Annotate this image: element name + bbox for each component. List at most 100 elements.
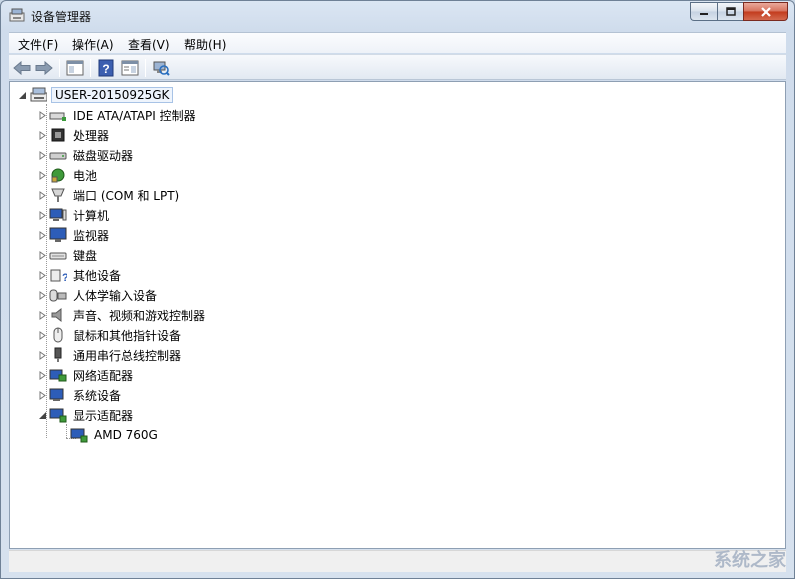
display-adapter-icon xyxy=(49,407,67,423)
device-manager-window: 设备管理器 文件(F) 操作(A) 查看(V) 帮助(H) ? USER-201… xyxy=(0,0,795,579)
tree-item-usb[interactable]: 通用串行总线控制器 xyxy=(38,345,183,365)
forward-arrow-icon xyxy=(35,61,53,75)
port-icon xyxy=(49,187,67,203)
tree-item-computer[interactable]: 计算机 xyxy=(38,205,111,225)
computer-icon xyxy=(29,87,47,103)
watermark-logo: 系统之家 xyxy=(714,550,786,571)
tree-connector-line xyxy=(66,424,67,438)
tree-item-hid[interactable]: 人体学输入设备 xyxy=(38,285,159,305)
expand-arrow-icon[interactable] xyxy=(38,170,47,180)
tree-item-display-adapter[interactable]: 显示适配器 xyxy=(38,405,135,425)
expand-arrow-icon[interactable] xyxy=(38,210,47,220)
computer-icon xyxy=(49,207,67,223)
expand-arrow-icon[interactable] xyxy=(38,350,47,360)
tree-item-monitor[interactable]: 监视器 xyxy=(38,225,111,245)
expand-arrow-icon[interactable] xyxy=(38,190,47,200)
battery-icon xyxy=(49,167,67,183)
expand-arrow-icon[interactable] xyxy=(38,330,47,340)
tree-item-sound-video-game[interactable]: 声音、视频和游戏控制器 xyxy=(38,305,207,325)
expand-arrow-icon[interactable] xyxy=(38,310,47,320)
window-controls xyxy=(690,2,788,21)
back-button[interactable] xyxy=(11,58,33,78)
toolbar-separator xyxy=(59,59,60,77)
keyboard-icon xyxy=(49,247,67,263)
tree-item-processor[interactable]: 处理器 xyxy=(38,125,111,145)
status-bar xyxy=(9,550,786,572)
ide-controller-icon xyxy=(49,107,67,123)
tree-item-disk-drive[interactable]: 磁盘驱动器 xyxy=(38,145,135,165)
tree-item-label: 其他设备 xyxy=(73,268,122,283)
forward-button[interactable] xyxy=(33,58,55,78)
device-tree[interactable]: USER-20150925GK IDE ATA/ATAPI 控制器 处理器 磁盘… xyxy=(9,81,786,549)
minimize-button[interactable] xyxy=(690,2,717,21)
tree-item-mouse[interactable]: 鼠标和其他指针设备 xyxy=(38,325,183,345)
expand-arrow-icon[interactable] xyxy=(38,270,47,280)
disk-drive-icon xyxy=(49,147,67,163)
show-hide-console-tree-button[interactable] xyxy=(64,58,86,78)
properties-button[interactable] xyxy=(119,58,141,78)
collapse-arrow-icon[interactable] xyxy=(38,411,47,420)
processor-icon xyxy=(49,127,67,143)
toolbar: ? xyxy=(9,54,786,80)
device-manager-app-icon xyxy=(9,7,27,23)
properties-icon xyxy=(121,60,139,76)
expand-arrow-icon[interactable] xyxy=(38,290,47,300)
tree-item-system-devices[interactable]: 系统设备 xyxy=(38,385,123,405)
maximize-icon xyxy=(725,7,736,16)
tree-root-node[interactable]: USER-20150925GK xyxy=(18,85,174,105)
tree-item-label: 鼠标和其他指针设备 xyxy=(73,328,182,343)
close-button[interactable] xyxy=(743,2,788,21)
expand-arrow-icon[interactable] xyxy=(38,230,47,240)
expand-arrow-icon[interactable] xyxy=(38,390,47,400)
scan-hardware-icon xyxy=(153,61,170,76)
close-icon xyxy=(760,6,771,17)
tree-item-network-adapter[interactable]: 网络适配器 xyxy=(38,365,135,385)
menu-bar: 文件(F) 操作(A) 查看(V) 帮助(H) xyxy=(9,32,786,53)
tree-item-label: 处理器 xyxy=(73,128,110,143)
tree-item-label: 显示适配器 xyxy=(73,408,134,423)
display-adapter-icon xyxy=(70,427,88,443)
tree-item-label: 人体学输入设备 xyxy=(73,288,158,303)
expand-arrow-icon[interactable] xyxy=(38,130,47,140)
tree-item-label: IDE ATA/ATAPI 控制器 xyxy=(73,108,196,123)
expand-arrow-icon[interactable] xyxy=(38,250,47,260)
mouse-icon xyxy=(49,327,67,343)
menu-help[interactable]: 帮助(H) xyxy=(184,36,226,53)
hid-icon xyxy=(49,287,67,303)
help-button[interactable]: ? xyxy=(95,58,117,78)
tree-item-label: 磁盘驱动器 xyxy=(73,148,134,163)
tree-item-battery[interactable]: 电池 xyxy=(38,165,99,185)
usb-icon xyxy=(49,347,67,363)
tree-item-amd-760g[interactable]: AMD 760G xyxy=(70,425,160,445)
tree-item-other-devices[interactable]: ? 其他设备 xyxy=(38,265,123,285)
scan-hardware-button[interactable] xyxy=(150,58,172,78)
tree-item-label: 声音、视频和游戏控制器 xyxy=(73,308,206,323)
title-bar[interactable]: 设备管理器 xyxy=(1,1,794,31)
other-devices-icon: ? xyxy=(49,267,67,283)
svg-text:?: ? xyxy=(102,62,109,76)
menu-action[interactable]: 操作(A) xyxy=(72,36,114,53)
tree-root-label: USER-20150925GK xyxy=(51,87,174,103)
tree-item-label: 键盘 xyxy=(73,248,98,263)
svg-text:?: ? xyxy=(62,272,67,283)
expand-arrow-icon[interactable] xyxy=(38,370,47,380)
collapse-arrow-icon[interactable] xyxy=(18,91,27,100)
monitor-icon xyxy=(49,227,67,243)
menu-view[interactable]: 查看(V) xyxy=(128,36,170,53)
tree-item-label: 通用串行总线控制器 xyxy=(73,348,182,363)
tree-item-label: 监视器 xyxy=(73,228,110,243)
tree-item-ide-controller[interactable]: IDE ATA/ATAPI 控制器 xyxy=(38,105,198,125)
speaker-icon xyxy=(49,307,67,323)
show-hide-console-tree-icon xyxy=(66,60,84,76)
back-arrow-icon xyxy=(13,61,31,75)
system-device-icon xyxy=(49,387,67,403)
expand-arrow-icon[interactable] xyxy=(38,150,47,160)
tree-item-label: 端口 (COM 和 LPT) xyxy=(73,188,180,203)
network-adapter-icon xyxy=(49,367,67,383)
tree-item-keyboard[interactable]: 键盘 xyxy=(38,245,99,265)
maximize-button[interactable] xyxy=(717,2,743,21)
menu-file[interactable]: 文件(F) xyxy=(18,36,58,53)
tree-item-label: AMD 760G xyxy=(94,428,158,442)
expand-arrow-icon[interactable] xyxy=(38,110,47,120)
tree-item-ports[interactable]: 端口 (COM 和 LPT) xyxy=(38,185,181,205)
